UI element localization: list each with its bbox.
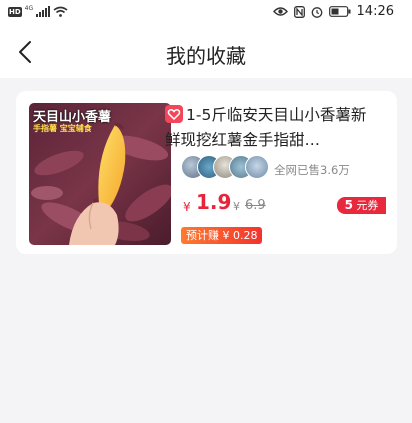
status-time: 14:26 <box>356 4 394 19</box>
coupon-amount: 5 <box>344 198 353 212</box>
wifi-icon <box>53 6 68 17</box>
product-title[interactable]: 1-5斤临安天目山小香薯新鲜现挖红薯金手指甜… <box>165 103 375 153</box>
signal-icon <box>36 6 51 17</box>
current-price: 1.9 <box>196 190 232 214</box>
price-currency: ¥ <box>183 200 191 214</box>
sold-count: 全网已售3.6万 <box>274 163 350 177</box>
estimated-earning-badge: 预计赚 ¥ 0.28 <box>181 227 263 244</box>
page-title: 我的收藏 <box>166 44 246 68</box>
battery-icon <box>328 6 351 17</box>
original-price-currency: ¥ <box>233 200 240 213</box>
thumbnail-subtitle: 手指薯 宝宝辅食 <box>33 124 92 133</box>
status-right: 14:26 <box>272 4 394 19</box>
alarm-icon <box>311 6 322 18</box>
status-left: HD 4G <box>8 5 68 17</box>
coupon-unit: 元券 <box>356 199 379 212</box>
product-title-text: 1-5斤临安天目山小香薯新鲜现挖红薯金手指甜… <box>165 106 367 149</box>
hd-badge: HD <box>8 6 22 17</box>
eye-icon <box>272 7 288 16</box>
original-price: 6.9 <box>245 198 266 213</box>
avatar <box>245 155 269 179</box>
buyer-avatars <box>181 155 271 180</box>
network-type: 4G <box>24 5 34 12</box>
status-bar: HD 4G 14:26 <box>0 0 412 26</box>
nfc-icon <box>293 5 305 18</box>
coupon-badge[interactable]: 5 元券 <box>337 197 386 214</box>
navigation-bar: 我的收藏 <box>0 26 412 78</box>
tmall-badge-icon <box>165 105 183 123</box>
product-thumbnail[interactable]: 天目山小香薯 手指薯 宝宝辅食 <box>29 103 171 245</box>
